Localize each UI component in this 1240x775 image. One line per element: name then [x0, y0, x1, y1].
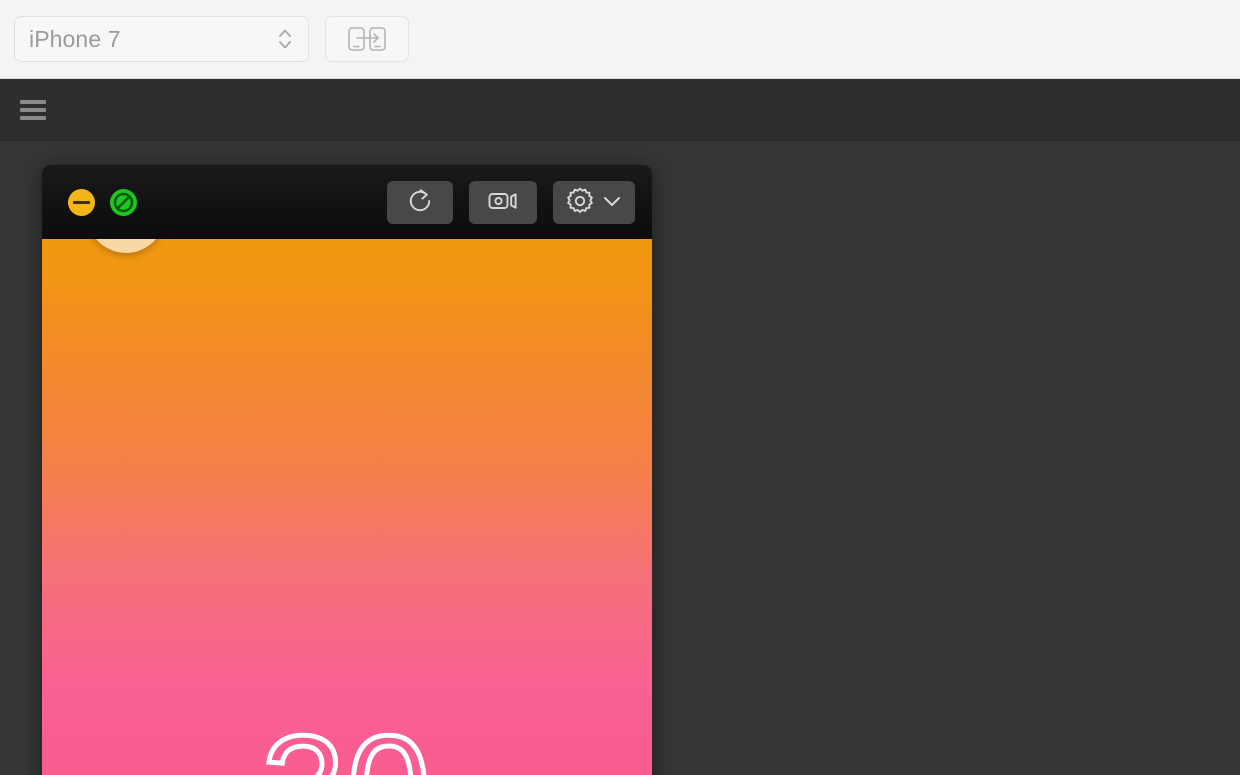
hamburger-menu-icon[interactable]: [20, 99, 46, 120]
gear-icon: [565, 186, 595, 219]
chevron-up-down-icon[interactable]: [276, 25, 294, 53]
device-window-titlebar: [42, 165, 652, 239]
video-camera-icon: [487, 188, 519, 217]
big-number-display: 30: [42, 711, 652, 775]
record-button[interactable]: [469, 180, 537, 224]
settings-button[interactable]: [553, 180, 635, 224]
window-controls: [68, 188, 137, 216]
chevron-down-icon: [601, 190, 623, 215]
device-orientation-button[interactable]: [325, 16, 409, 62]
workspace-canvas: 30: [0, 141, 1240, 775]
device-screen[interactable]: 30: [42, 239, 652, 775]
refresh-clockwise-icon: [405, 186, 435, 219]
hamburger-bar: [20, 99, 46, 104]
device-preview-window: 30: [42, 165, 652, 775]
screen-gradient-background: [42, 239, 652, 775]
hamburger-bar: [20, 107, 46, 112]
device-window-actions: [387, 180, 635, 224]
top-toolbar: iPhone 7: [0, 0, 1240, 79]
device-orientation-transfer-icon: [345, 24, 389, 54]
slash-circle-icon: [113, 192, 134, 212]
app-nav-bar: [0, 79, 1240, 141]
device-select-value: iPhone 7: [29, 25, 121, 52]
device-select[interactable]: iPhone 7: [14, 16, 309, 62]
minimize-button[interactable]: [68, 188, 95, 216]
refresh-button[interactable]: [387, 180, 453, 224]
disabled-button[interactable]: [110, 188, 137, 216]
hamburger-bar: [20, 115, 46, 120]
